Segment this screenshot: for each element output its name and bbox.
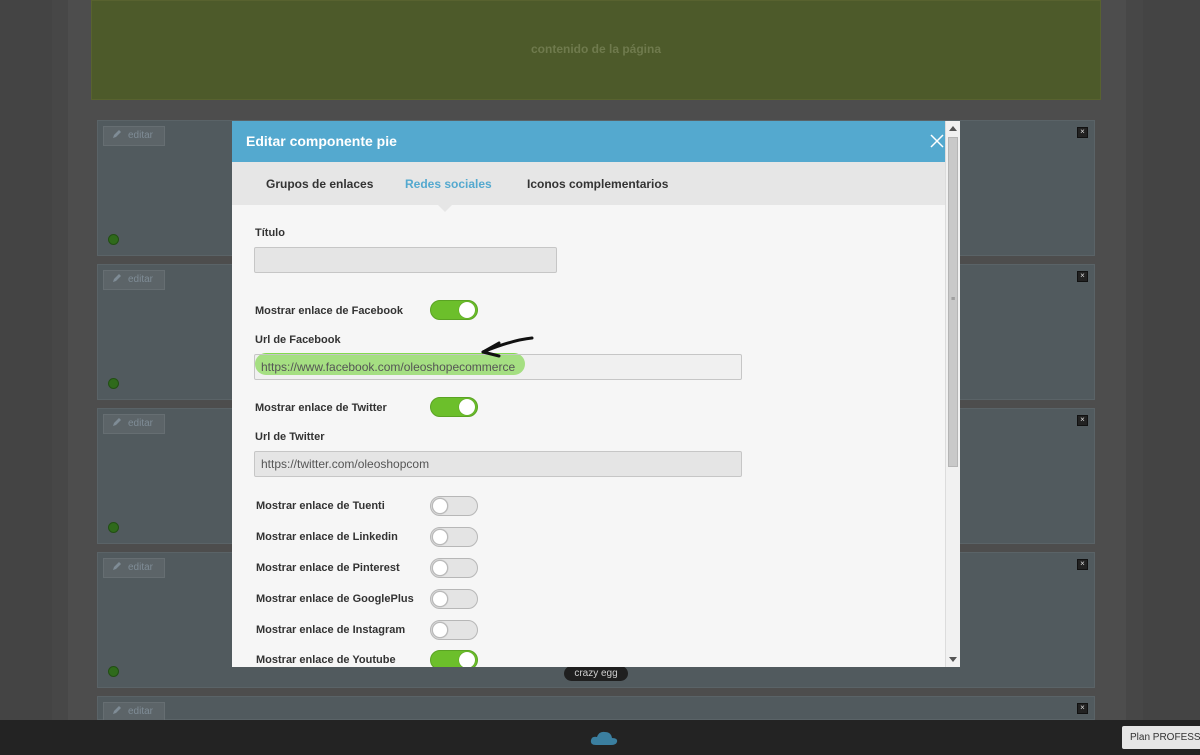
status-dot (108, 522, 119, 533)
twitter-url-label: Url de Twitter (255, 431, 325, 443)
edit-button[interactable]: editar (103, 126, 165, 146)
twitter-toggle[interactable] (430, 397, 478, 417)
pencil-icon (113, 130, 121, 138)
facebook-toggle-label: Mostrar enlace de Facebook (255, 305, 403, 317)
arrow-annotation-icon (481, 336, 534, 358)
pinterest-toggle-label: Mostrar enlace de Pinterest (256, 562, 400, 574)
tuenti-toggle[interactable] (430, 496, 478, 516)
crazy-egg-badge[interactable]: crazy egg (564, 666, 628, 681)
status-dot (108, 234, 119, 245)
googleplus-toggle[interactable] (430, 589, 478, 609)
instagram-toggle[interactable] (430, 620, 478, 640)
tab-link-groups[interactable]: Grupos de enlaces (266, 177, 373, 191)
footer-block: editar × (97, 696, 1095, 722)
edit-button[interactable]: editar (103, 270, 165, 290)
title-label: Título (255, 227, 285, 239)
right-gutter (1143, 0, 1200, 720)
pinterest-toggle[interactable] (430, 558, 478, 578)
status-dot (108, 378, 119, 389)
edit-label: editar (128, 130, 154, 141)
edit-label: editar (128, 418, 154, 429)
status-dot (108, 666, 119, 677)
cloud-icon (590, 731, 618, 745)
facebook-toggle[interactable] (430, 300, 478, 320)
close-icon[interactable] (929, 133, 945, 149)
modal-title: Editar componente pie (246, 133, 397, 149)
content-placeholder: contenido de la página (91, 0, 1101, 100)
edit-footer-modal: Editar componente pie Grupos de enlaces … (232, 121, 960, 667)
scroll-thumb[interactable]: ≡ (948, 137, 958, 467)
youtube-toggle-label: Mostrar enlace de Youtube (256, 654, 396, 666)
youtube-toggle[interactable] (430, 650, 478, 667)
linkedin-toggle-label: Mostrar enlace de Linkedin (256, 531, 398, 543)
pencil-icon (113, 562, 121, 570)
googleplus-toggle-label: Mostrar enlace de GooglePlus (256, 593, 414, 605)
edit-label: editar (128, 274, 154, 285)
pencil-icon (113, 706, 121, 714)
active-tab-indicator (438, 205, 452, 212)
remove-icon[interactable]: × (1077, 415, 1088, 426)
edit-label: editar (128, 562, 154, 573)
tab-bar: Grupos de enlaces Redes sociales Iconos … (232, 162, 945, 205)
grip-icon: ≡ (951, 296, 956, 303)
remove-icon[interactable]: × (1077, 703, 1088, 714)
remove-icon[interactable]: × (1077, 127, 1088, 138)
title-input[interactable] (254, 247, 557, 273)
edit-button[interactable]: editar (103, 558, 165, 578)
scroll-up-icon[interactable] (949, 126, 957, 131)
modal-scrollbar[interactable]: ≡ (945, 121, 960, 667)
edit-button[interactable]: editar (103, 702, 165, 722)
pencil-icon (113, 418, 121, 426)
linkedin-toggle[interactable] (430, 527, 478, 547)
tab-social-networks[interactable]: Redes sociales (405, 177, 492, 191)
edit-button[interactable]: editar (103, 414, 165, 434)
pencil-icon (113, 274, 121, 282)
plan-button[interactable]: Plan PROFESSIONAL (1122, 726, 1200, 749)
twitter-toggle-label: Mostrar enlace de Twitter (255, 402, 387, 414)
twitter-url-input[interactable]: https://twitter.com/oleoshopcom (254, 451, 742, 477)
facebook-url-label: Url de Facebook (255, 334, 341, 346)
scroll-down-icon[interactable] (949, 657, 957, 662)
instagram-toggle-label: Mostrar enlace de Instagram (256, 624, 406, 636)
modal-header: Editar componente pie (232, 121, 945, 162)
edit-label: editar (128, 706, 154, 717)
remove-icon[interactable]: × (1077, 271, 1088, 282)
remove-icon[interactable]: × (1077, 559, 1088, 570)
tab-extra-icons[interactable]: Iconos complementarios (527, 177, 668, 191)
left-gutter (0, 0, 52, 720)
tuenti-toggle-label: Mostrar enlace de Tuenti (256, 500, 385, 512)
